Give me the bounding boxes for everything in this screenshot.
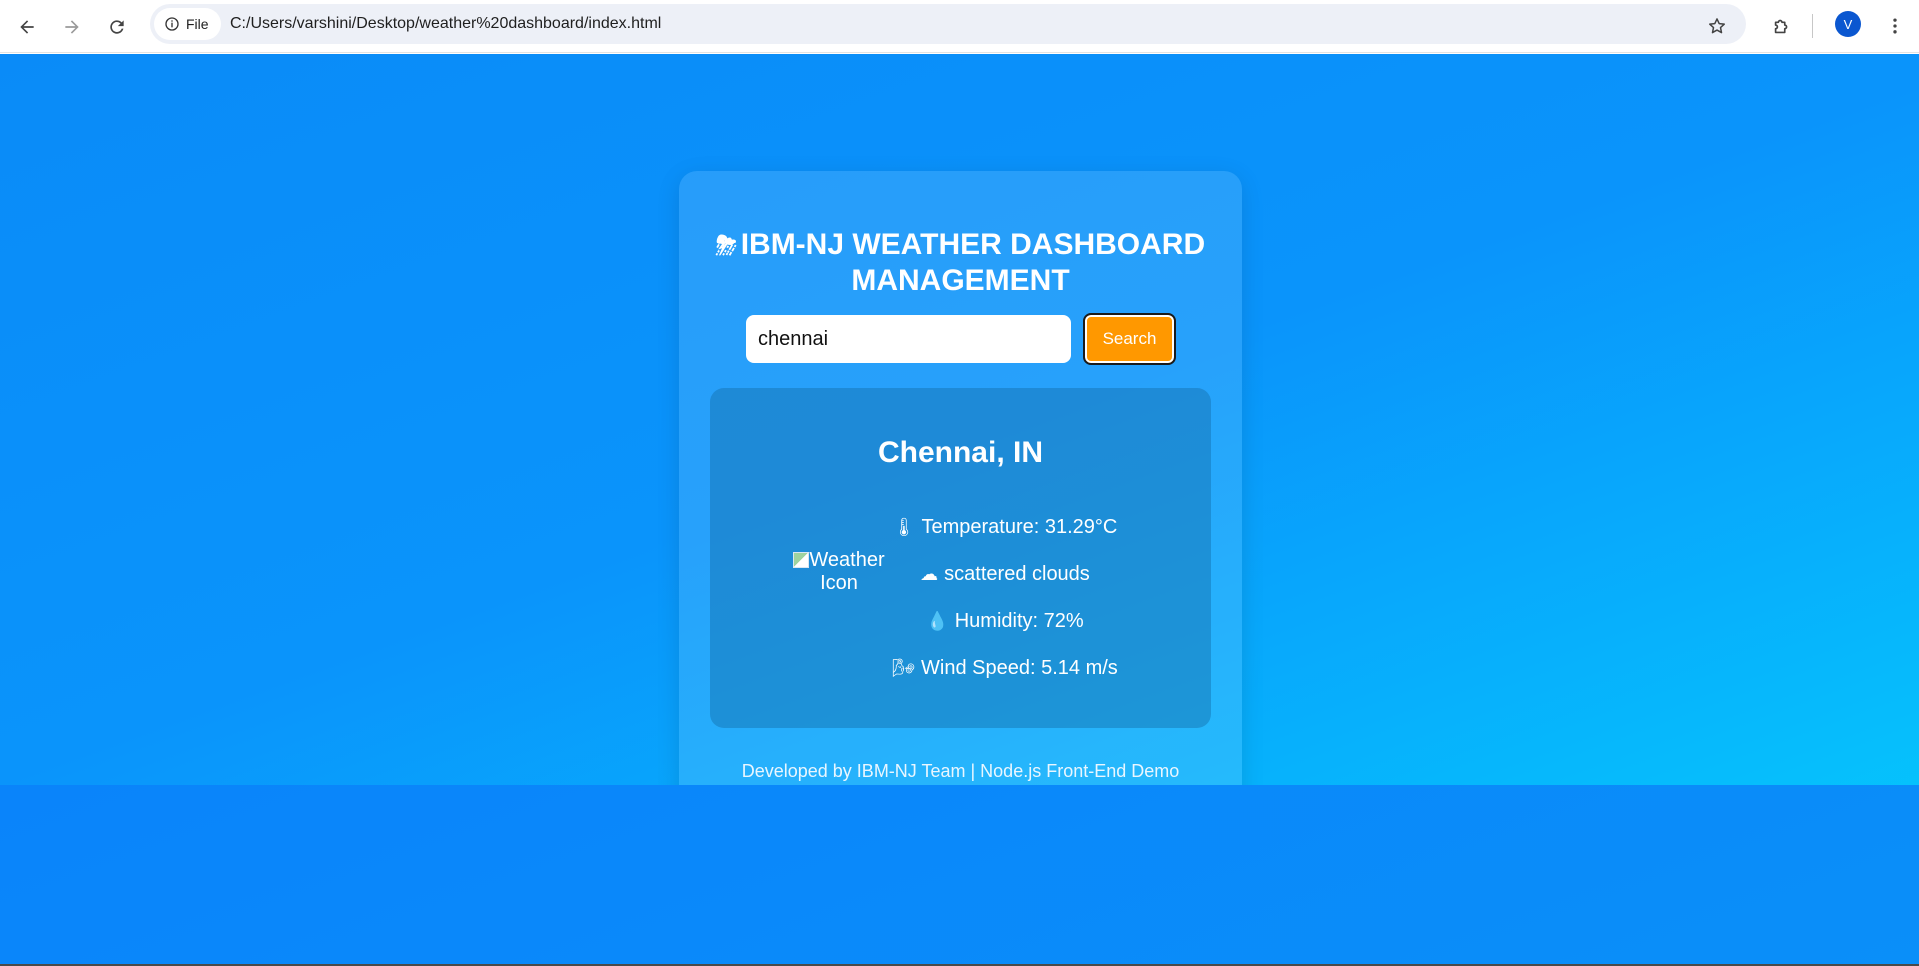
wind-stat: 🌬 Wind Speed: 5.14 m/s: [825, 657, 1185, 680]
search-button[interactable]: Search: [1083, 313, 1176, 365]
broken-image-icon: [793, 552, 810, 568]
weather-result-panel: Chennai, IN Weather Icon 🌡 Temperature: 3…: [710, 388, 1211, 728]
kebab-menu-icon: [1893, 18, 1897, 34]
dashboard-card: ⛈IBM-NJ WEATHER DASHBOARD MANAGEMENT Sea…: [679, 171, 1242, 831]
city-search-input[interactable]: [746, 315, 1071, 363]
address-bar[interactable]: File C:/Users/varshini/Desktop/weather%2…: [150, 4, 1746, 44]
puzzle-icon: [1774, 19, 1788, 34]
arrow-right-icon: [65, 20, 79, 34]
browser-menu-button[interactable]: [1880, 6, 1910, 46]
temperature-text: Temperature: 31.29°C: [921, 516, 1118, 538]
wind-text: Wind Speed: 5.14 m/s: [921, 657, 1118, 679]
thermometer-icon: 🌡: [892, 517, 916, 537]
city-name: Chennai, IN: [877, 436, 1043, 469]
cloud-icon: ☁: [920, 564, 939, 584]
browser-toolbar: File C:/Users/varshini/Desktop/weather%2…: [0, 0, 1919, 53]
profile-avatar[interactable]: V: [1835, 11, 1861, 37]
toolbar-divider: [1812, 14, 1813, 38]
humidity-text: Humidity: 72%: [954, 610, 1084, 632]
description-text: scattered clouds: [944, 563, 1090, 585]
reload-button[interactable]: [99, 9, 135, 45]
wind-icon: 🌬: [892, 658, 916, 678]
page-lower-background: [0, 785, 1919, 966]
info-icon: [165, 17, 179, 31]
reload-icon: [110, 20, 124, 34]
site-info-chip[interactable]: File: [154, 8, 221, 40]
description-stat: ☁ scattered clouds: [825, 563, 1185, 586]
bookmark-button[interactable]: [1697, 6, 1737, 46]
page-footer: Developed by IBM-NJ Team | Node.js Front…: [741, 761, 1180, 781]
site-chip-label: File: [186, 16, 209, 32]
page-title-text: IBM-NJ WEATHER DASHBOARD MANAGEMENT: [740, 228, 1206, 297]
humidity-stat: 💧 Humidity: 72%: [825, 610, 1185, 633]
url-text[interactable]: C:/Users/varshini/Desktop/weather%20dash…: [230, 15, 661, 33]
page-title: ⛈ IBM-NJ WEATHER DASHBOARD MANAGEMENT: [679, 227, 1242, 298]
star-icon: [1709, 18, 1725, 34]
droplet-icon: 💧: [926, 611, 949, 631]
storm-cloud-icon: ⛈: [715, 230, 737, 260]
extensions-button[interactable]: [1762, 6, 1802, 46]
temperature-stat: 🌡 Temperature: 31.29°C: [825, 516, 1185, 539]
back-button[interactable]: [9, 9, 45, 45]
forward-button[interactable]: [54, 9, 90, 45]
arrow-left-icon: [20, 20, 34, 34]
